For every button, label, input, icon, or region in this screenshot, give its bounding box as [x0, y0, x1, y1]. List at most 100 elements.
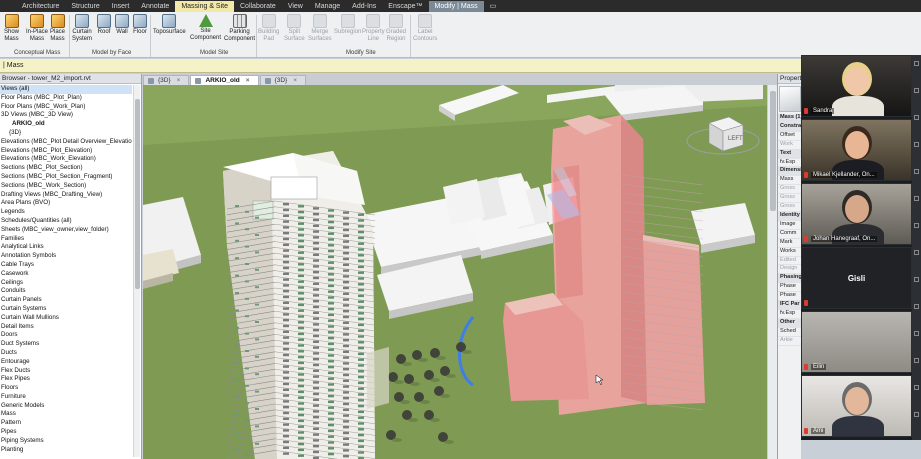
browser-item[interactable]: Doors [0, 331, 132, 340]
browser-item[interactable]: 3D Views (MBC_3D View) [0, 111, 132, 120]
browser-item[interactable]: Pattern [0, 419, 132, 428]
ribbon-tab-insert[interactable]: Insert [106, 1, 136, 12]
participant-tile[interactable]: Ami [801, 375, 912, 437]
ribbon-tab-icons[interactable] [0, 1, 16, 12]
participant-tile[interactable]: Mikael Kjellander, On... [801, 119, 912, 181]
viewport-scrollbar[interactable] [767, 85, 777, 459]
browser-item[interactable]: Conduits [0, 287, 132, 296]
side-toolbar-icon[interactable] [914, 304, 919, 309]
view-tab[interactable]: ARKIO_old × [190, 75, 259, 85]
toposurface-button[interactable]: Toposurface [153, 14, 186, 36]
property-row[interactable]: Constraints [778, 122, 801, 132]
ribbon-tab-add-ins[interactable]: Add-Ins [346, 1, 382, 12]
ribbon-tab-architecture[interactable]: Architecture [16, 1, 65, 12]
3d-viewport[interactable]: LEFT [143, 85, 777, 459]
site-component-button[interactable]: Site Component [190, 14, 221, 41]
floor-button[interactable]: Floor [133, 14, 147, 36]
browser-item[interactable]: Curtain Systems [0, 305, 132, 314]
side-toolbar-icon[interactable] [914, 61, 919, 66]
side-toolbar-icon[interactable] [914, 331, 919, 336]
browser-item[interactable]: Ducts [0, 349, 132, 358]
browser-item[interactable]: Duct Systems [0, 340, 132, 349]
ribbon-tab-collaborate[interactable]: Collaborate [234, 1, 282, 12]
curtain-system-button[interactable]: Curtain System [72, 14, 92, 42]
place-mass-button[interactable]: Place Mass [50, 14, 65, 42]
scroll-thumb[interactable] [770, 91, 776, 211]
browser-item[interactable]: ARKIO_old [0, 120, 132, 129]
browser-item[interactable]: Sections (MBC_Plot_Section) [0, 164, 132, 173]
ribbon-tab-manage[interactable]: Manage [309, 1, 346, 12]
browser-item[interactable]: Sections (MBC_Work_Section) [0, 182, 132, 191]
participant-tile[interactable]: Gisli [801, 247, 912, 309]
property-row[interactable]: Text [778, 149, 801, 159]
merge-surfaces-button[interactable]: Merge Surfaces [308, 14, 332, 42]
type-selector-thumbnail[interactable] [779, 86, 801, 112]
browser-item[interactable]: Casework [0, 270, 132, 279]
browser-item[interactable]: Ceilings [0, 279, 132, 288]
browser-item[interactable]: Drafting Views (MBC_Drafting_View) [0, 191, 132, 200]
browser-item[interactable]: Schedules/Quantities (all) [0, 217, 132, 226]
browser-item[interactable]: Sections (MBC_Plot_Section_Fragment) [0, 173, 132, 182]
side-toolbar-icon[interactable] [914, 277, 919, 282]
in-place-mass-button[interactable]: In-Place Mass [26, 14, 48, 42]
browser-item[interactable]: Analytical Links [0, 243, 132, 252]
browser-item[interactable]: Views (all) [0, 85, 132, 94]
label-contours-button[interactable]: Label Contours [413, 14, 437, 42]
wall-button[interactable]: Wall [115, 14, 129, 36]
side-toolbar-icon[interactable] [914, 196, 919, 201]
roof-button[interactable]: Roof [97, 14, 111, 36]
project-browser-scrollbar[interactable] [133, 85, 140, 457]
browser-item[interactable]: Planting [0, 446, 132, 455]
browser-item[interactable]: Pipes [0, 428, 132, 437]
ribbon-tab-structure[interactable]: Structure [65, 1, 105, 12]
property-row[interactable]: Identity [778, 211, 801, 221]
split-surface-button[interactable]: Split Surface [284, 14, 305, 42]
browser-item[interactable]: Elevations (MBC_Work_Elevation) [0, 155, 132, 164]
browser-item[interactable]: Cable Trays [0, 261, 132, 270]
browser-item[interactable]: Generic Models [0, 402, 132, 411]
side-toolbar-icon[interactable] [914, 385, 919, 390]
property-row[interactable]: Mass (1) [778, 114, 801, 123]
close-icon[interactable]: × [293, 77, 297, 84]
show-mass-button[interactable]: Show Mass [4, 14, 19, 42]
side-toolbar-icon[interactable] [914, 115, 919, 120]
ribbon-tab-modify-mass[interactable]: Modify | Mass [428, 1, 484, 12]
side-toolbar-icon[interactable] [914, 223, 919, 228]
browser-item[interactable]: Elevations (MBC_Plot Detail Overview_Ele… [0, 138, 132, 147]
browser-item[interactable]: Floors [0, 384, 132, 393]
property-line-button[interactable]: Property Line [362, 14, 385, 42]
view-tab[interactable]: {3D} × [143, 75, 190, 85]
side-toolbar-icon[interactable] [914, 88, 919, 93]
participant-tile[interactable]: Eilin [801, 311, 912, 373]
property-row[interactable]: Other [778, 318, 801, 328]
browser-item[interactable]: Floor Plans (MBC_Work_Plan) [0, 103, 132, 112]
view-tab[interactable]: {3D} × [259, 75, 307, 85]
ribbon-tab-view[interactable]: View [282, 1, 309, 12]
browser-item[interactable]: Legends [0, 208, 132, 217]
browser-item[interactable]: Flex Pipes [0, 375, 132, 384]
browser-item[interactable]: Furniture [0, 393, 132, 402]
participant-tile[interactable]: Sandra [801, 55, 912, 117]
subregion-button[interactable]: Subregion [334, 14, 361, 36]
side-toolbar-icon[interactable] [914, 169, 919, 174]
browser-item[interactable]: Sheets (MBC_view_owner,view_folder) [0, 226, 132, 235]
side-toolbar-icon[interactable] [914, 250, 919, 255]
browser-item[interactable]: Annotation Symbols [0, 252, 132, 261]
ribbon-tab-enscape-[interactable]: Enscape™ [382, 1, 428, 12]
property-row[interactable]: Dimensions [778, 167, 801, 177]
parking-component-button[interactable]: Parking Component [224, 14, 255, 42]
participant-tile[interactable]: Johan Hanegraaf, On... [801, 183, 912, 245]
building-pad-button[interactable]: Building Pad [258, 14, 279, 42]
side-toolbar-icon[interactable] [914, 142, 919, 147]
browser-item[interactable]: Curtain Panels [0, 296, 132, 305]
browser-item[interactable]: Detail Items [0, 323, 132, 332]
browser-item[interactable]: {3D} [0, 129, 132, 138]
side-toolbar-icon[interactable] [914, 412, 919, 417]
browser-item[interactable]: Area Plans (BVO) [0, 199, 132, 208]
browser-item[interactable]: Elevations (MBC_Plot_Elevation) [0, 147, 132, 156]
scroll-thumb[interactable] [135, 99, 140, 289]
model-scene[interactable]: LEFT [143, 85, 777, 459]
close-icon[interactable]: × [177, 77, 181, 84]
property-row[interactable]: IFC Par [778, 301, 801, 310]
side-toolbar-icon[interactable] [914, 358, 919, 363]
